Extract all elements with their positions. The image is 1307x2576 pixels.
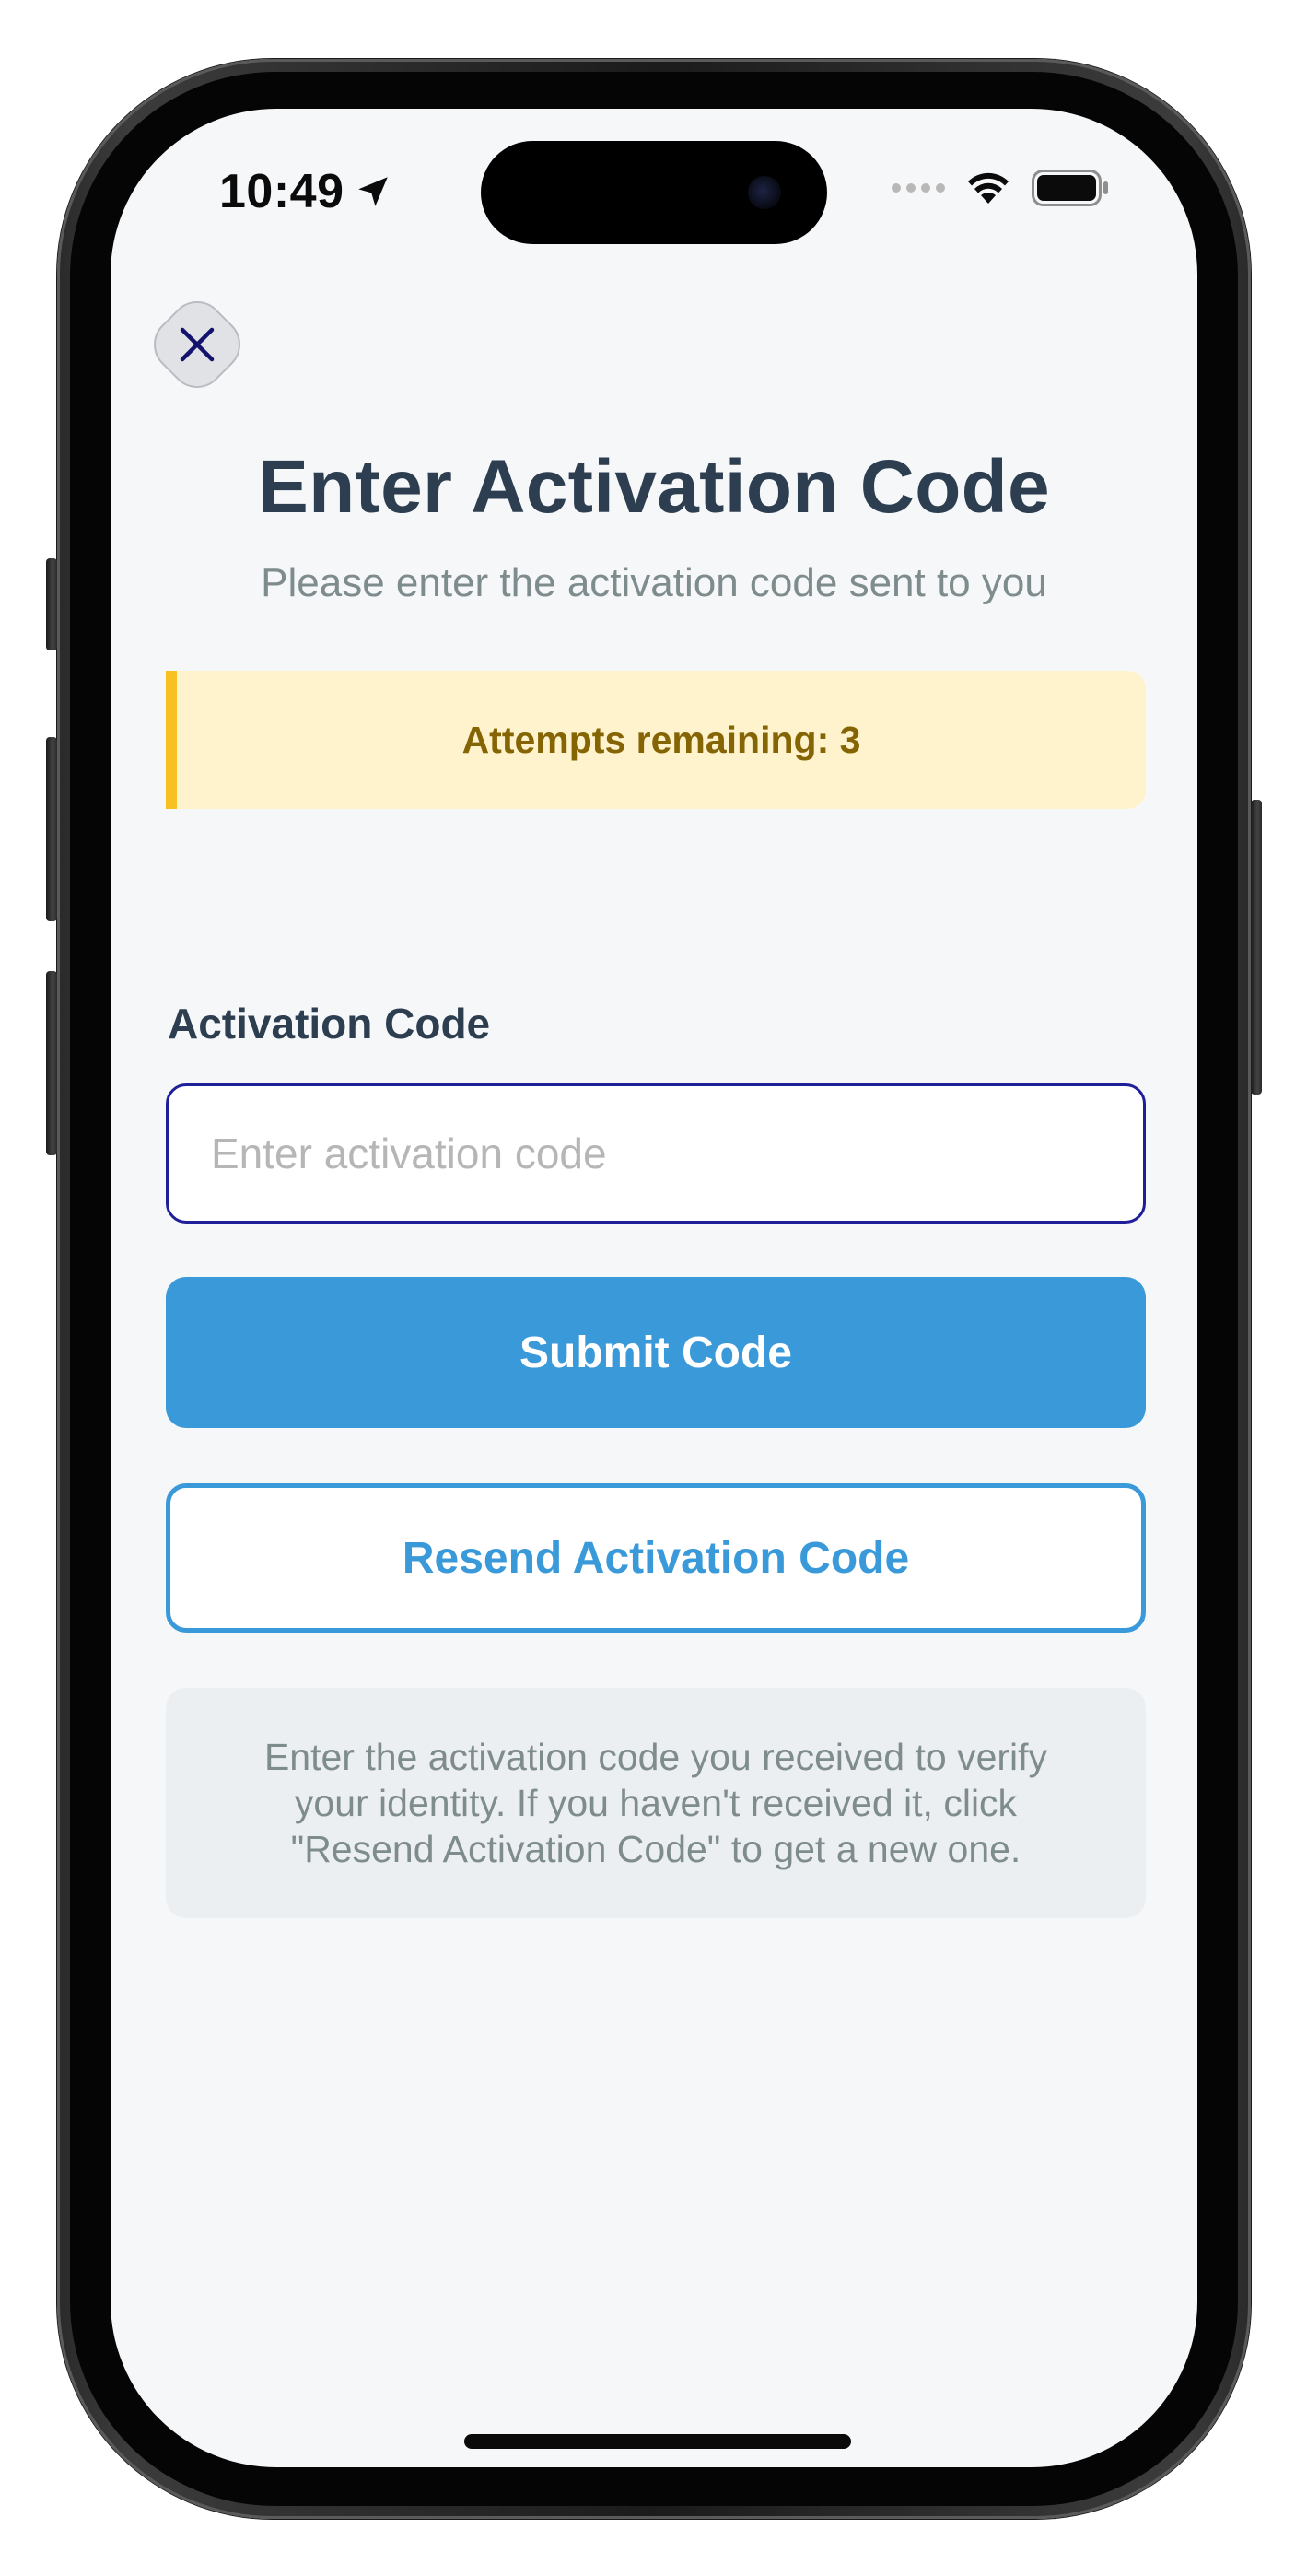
camera-icon xyxy=(748,176,781,209)
wifi-icon xyxy=(968,172,1009,204)
battery-icon xyxy=(1032,170,1108,206)
attempts-text: Attempts remaining: 3 xyxy=(461,718,861,761)
info-box: Enter the activation code you received t… xyxy=(166,1688,1146,1918)
screen: 10:49 Enter Activation Code Please enter… xyxy=(111,109,1197,2467)
close-button[interactable] xyxy=(142,289,252,400)
activation-code-label: Activation Code xyxy=(168,1000,491,1048)
location-arrow-icon xyxy=(357,177,388,206)
power-button xyxy=(1251,800,1262,1095)
activation-code-input[interactable] xyxy=(166,1083,1146,1224)
status-indicators xyxy=(892,170,1109,206)
attempts-banner: Attempts remaining: 3 xyxy=(166,671,1146,809)
status-time-text: 10:49 xyxy=(219,165,344,218)
page-title: Enter Activation Code xyxy=(258,445,1050,529)
dynamic-island xyxy=(481,141,827,244)
volume-down-button xyxy=(46,971,57,1155)
info-line-1: Enter the activation code you received t… xyxy=(263,1736,1048,1778)
info-line-3: "Resend Activation Code" to get a new on… xyxy=(290,1828,1021,1870)
submit-code-button[interactable]: Submit Code xyxy=(166,1277,1146,1428)
info-line-2: your identity. If you haven't received i… xyxy=(294,1782,1018,1824)
close-icon xyxy=(180,327,215,362)
volume-up-button xyxy=(46,737,57,921)
home-indicator[interactable] xyxy=(464,2434,851,2449)
info-text: Enter the activation code you received t… xyxy=(264,1734,1047,1872)
status-time: 10:49 xyxy=(219,164,392,219)
resend-code-button[interactable]: Resend Activation Code xyxy=(166,1483,1146,1633)
page-subtitle: Please enter the activation code sent to… xyxy=(261,560,1047,605)
action-button xyxy=(46,558,57,650)
cellular-dots-icon xyxy=(892,183,945,193)
